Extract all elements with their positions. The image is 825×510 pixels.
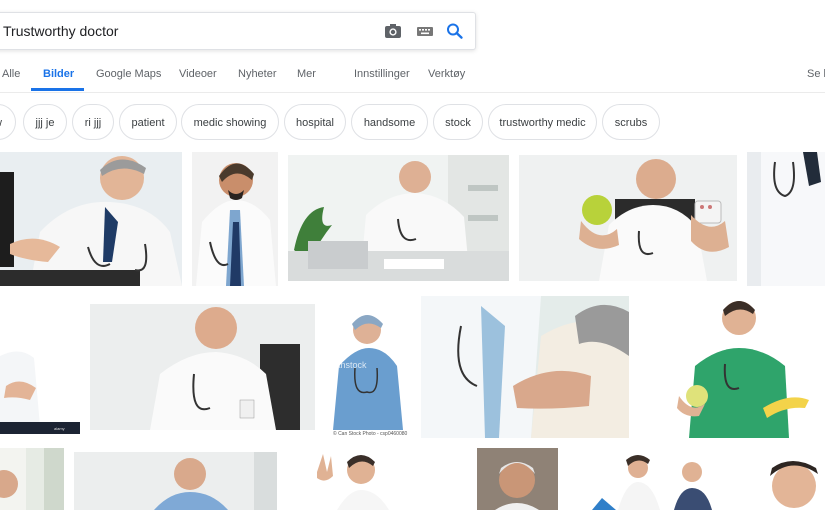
- search-icon[interactable]: [445, 22, 465, 40]
- image-result-doctor-desk-laptop[interactable]: [288, 155, 509, 281]
- svg-text:canstock: canstock: [331, 360, 367, 370]
- tab-maps[interactable]: Google Maps: [96, 68, 161, 80]
- tab-tools[interactable]: Verktøy: [428, 68, 465, 80]
- chip-jjj-je[interactable]: jjj je: [23, 104, 67, 140]
- image-result-doctor-handshake[interactable]: [0, 152, 182, 286]
- image-result-doctor-peace-sign[interactable]: [287, 448, 439, 510]
- related-chips: w jjj je ri jjj patient medic showing ho…: [0, 104, 825, 142]
- image-result-doctor-closeup-tie[interactable]: [747, 152, 825, 286]
- image-result-doctor-hand-on-shoulder[interactable]: [421, 296, 629, 438]
- image-result-doctor-desk-blue-shirt[interactable]: [74, 452, 277, 510]
- chip-ri-jjj[interactable]: ri jjj: [72, 104, 114, 140]
- chip-medic-showing[interactable]: medic showing: [181, 104, 279, 140]
- image-caption: © Can Stock Photo - csp0460080: [333, 431, 408, 437]
- chip-scrubs[interactable]: scrubs: [602, 104, 660, 140]
- tab-images[interactable]: Bilder: [43, 68, 74, 80]
- search-input[interactable]: [3, 13, 363, 49]
- search-tabs: Alle Bilder Google Maps Videoer Nyheter …: [0, 60, 825, 93]
- tab-news[interactable]: Nyheter: [238, 68, 277, 80]
- tab-all[interactable]: Alle: [2, 68, 20, 80]
- active-tab-indicator: [31, 88, 84, 91]
- image-result-doctor-bow-tie[interactable]: [192, 152, 278, 286]
- image-result-older-doctor-portrait[interactable]: [477, 448, 558, 510]
- chip-w[interactable]: w: [0, 104, 16, 140]
- image-result-doctor-smiling-closeup[interactable]: [758, 452, 825, 510]
- image-result-two-doctors[interactable]: [568, 448, 748, 510]
- search-box[interactable]: [0, 12, 476, 50]
- tab-more[interactable]: Mer: [297, 68, 316, 80]
- camera-icon[interactable]: [383, 22, 403, 40]
- tab-see-more[interactable]: Se l: [807, 68, 825, 80]
- image-result-doctor-window[interactable]: [0, 448, 64, 510]
- chip-hospital[interactable]: hospital: [284, 104, 346, 140]
- chip-stock[interactable]: stock: [433, 104, 483, 140]
- image-result-doctor-apple-pills[interactable]: [519, 155, 737, 281]
- image-result-doctor-office-chair[interactable]: [90, 304, 315, 430]
- image-result-doctor-arms-crossed[interactable]: alamy: [0, 296, 80, 438]
- chip-handsome[interactable]: handsome: [351, 104, 428, 140]
- svg-text:alamy: alamy: [54, 426, 65, 431]
- tab-videos[interactable]: Videoer: [179, 68, 217, 80]
- chip-trustworthy-medic[interactable]: trustworthy medic: [488, 104, 597, 140]
- keyboard-icon[interactable]: [415, 22, 435, 40]
- chip-patient[interactable]: patient: [119, 104, 177, 140]
- tab-settings[interactable]: Innstillinger: [354, 68, 410, 80]
- image-result-doctor-green-scrubs-fruit[interactable]: [639, 296, 825, 438]
- image-result-surgeon-scrubs[interactable]: canstock © Can Stock Photo - csp0460080: [325, 304, 411, 438]
